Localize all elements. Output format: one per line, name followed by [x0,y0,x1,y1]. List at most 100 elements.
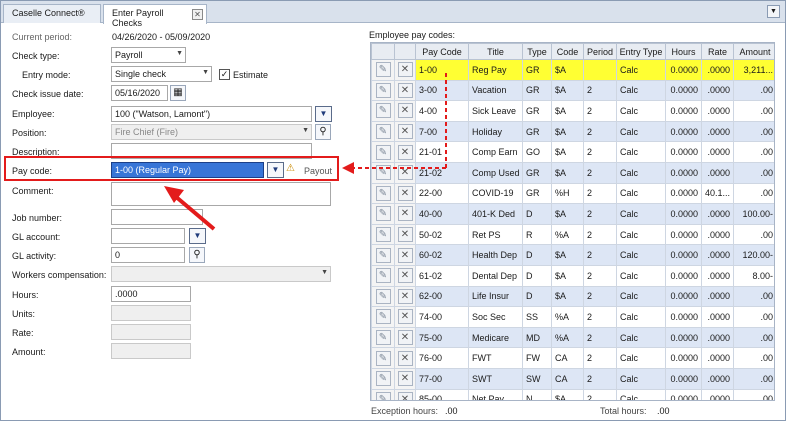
pencil-icon[interactable]: ✎ [375,185,391,201]
table-row[interactable]: ✎ ✕ 7-00 Holiday GR $A 2 Calc 0.0000.0000.00 [371,120,774,143]
tab-caselle-connect[interactable]: Caselle Connect® [3,4,101,23]
chevron-down-icon[interactable]: ▼ [767,5,780,18]
table-row[interactable]: ✎ ✕ 85-00 Net Pay N $A 2 Calc 0.0000.0000.00 [371,388,774,400]
table-row[interactable]: ✎ ✕ 1-00 Reg Pay GR $A Calc 0.0000.0000 3,211... [371,59,774,81]
delete-x-icon[interactable]: ✕ [397,62,413,78]
pencil-icon[interactable]: ✎ [375,288,391,304]
cell-title: Ret PS [468,223,523,246]
cell-entry-type: Calc [616,161,666,184]
pencil-icon[interactable]: ✎ [375,330,391,346]
hours-input[interactable]: .0000 [111,286,191,302]
table-row[interactable]: ✎ ✕ 76-00 FWT FW CA 2 Calc 0.0000.0000.00 [371,347,774,369]
pencil-icon[interactable]: ✎ [375,62,391,78]
position-select: Fire Chief (Fire) ▼ [111,124,312,140]
check-issue-date-input[interactable]: 05/16/2020 [111,85,168,101]
pencil-icon[interactable]: ✎ [375,144,391,160]
estimate-checkbox[interactable]: ✓ [219,69,230,80]
cell-rate: .0000 [701,347,734,369]
table-row[interactable]: ✎ ✕ 74-00 Soc Sec SS %A 2 Calc 0.0000.0000.00 [371,306,774,328]
table-row[interactable]: ✎ ✕ 22-00 COVID-19 GR %H 2 Calc 0.0000 40.1... .00 [371,182,774,205]
pay-code-input[interactable]: 1-00 (Regular Pay) [111,162,264,178]
pencil-icon[interactable]: ✎ [375,124,391,140]
comment-input[interactable] [111,182,331,206]
job-number-input[interactable] [111,209,203,225]
pay-code-label: Pay code: [12,166,53,176]
gl-account-dropdown-button[interactable]: ▼ [189,228,206,244]
column-header-hours[interactable]: Hours [665,43,702,60]
pencil-icon[interactable]: ✎ [375,82,391,98]
delete-x-icon[interactable]: ✕ [397,391,413,400]
table-row[interactable]: ✎ ✕ 21-02 Comp Used GR $A 2 Calc 0.0000.0000.00 [371,161,774,184]
cell-hours: 0.0000 [665,326,702,349]
tab-enter-payroll-checks[interactable]: Enter Payroll Checks ✕ [103,4,207,28]
cell-period: 2 [583,141,617,163]
table-row[interactable]: ✎ ✕ 3-00 Vacation GR $A 2 Calc 0.0000.0000.00 [371,79,774,102]
column-header-entry-type[interactable]: Entry Type [616,43,666,60]
gl-activity-input[interactable]: 0 [111,247,185,263]
delete-x-icon[interactable]: ✕ [397,309,413,325]
pencil-icon[interactable]: ✎ [375,371,391,387]
cell-hours: 0.0000 [665,100,702,122]
table-row[interactable]: ✎ ✕ 77-00 SWT SW CA 2 Calc 0.0000.0000.00 [371,367,774,390]
delete-x-icon[interactable]: ✕ [397,165,413,181]
column-header-period[interactable]: Period [583,43,617,60]
column-header-amount[interactable]: Amount [733,43,774,60]
table-row[interactable]: ✎ ✕ 62-00 Life Insur D $A 2 Calc 0.0000.0000.00 [371,285,774,308]
delete-x-icon[interactable]: ✕ [397,350,413,366]
delete-x-icon[interactable]: ✕ [397,144,413,160]
delete-x-icon[interactable]: ✕ [397,247,413,263]
gl-account-input[interactable] [111,228,185,244]
binoculars-icon[interactable]: ⚲ [189,247,205,263]
delete-x-icon[interactable]: ✕ [397,185,413,201]
rate-input [111,324,191,340]
cell-title: FWT [468,347,523,369]
pencil-icon[interactable]: ✎ [375,350,391,366]
column-header-pay-code[interactable]: Pay Code [415,43,469,60]
column-header-type[interactable]: Type [522,43,552,60]
warning-icon: ⚠ [286,163,295,174]
cell-hours: 0.0000 [665,347,702,369]
binoculars-icon[interactable]: ⚲ [315,124,331,140]
cell-pay-code: 61-02 [415,264,469,287]
cell-period: 2 [583,264,617,287]
pencil-icon[interactable]: ✎ [375,103,391,119]
delete-x-icon[interactable]: ✕ [397,288,413,304]
payout-label[interactable]: Payout [304,166,332,176]
column-header-title[interactable]: Title [468,43,523,60]
column-header-code[interactable]: Code [551,43,584,60]
cell-amount: 8.00- [733,264,774,287]
table-row[interactable]: ✎ ✕ 50-02 Ret PS R %A 2 Calc 0.0000.0000.00 [371,223,774,246]
delete-x-icon[interactable]: ✕ [397,371,413,387]
pencil-icon[interactable]: ✎ [375,206,391,222]
pencil-icon[interactable]: ✎ [375,268,391,284]
table-row[interactable]: ✎ ✕ 75-00 Medicare MD %A 2 Calc 0.0000.0000.00 [371,326,774,349]
column-header-rate[interactable]: Rate [701,43,734,60]
cell-type: GR [522,182,552,205]
delete-x-icon[interactable]: ✕ [397,82,413,98]
delete-x-icon[interactable]: ✕ [397,330,413,346]
pencil-icon[interactable]: ✎ [375,165,391,181]
pencil-icon[interactable]: ✎ [375,247,391,263]
pay-code-dropdown-button[interactable]: ▼ [267,162,284,178]
delete-x-icon[interactable]: ✕ [397,268,413,284]
calendar-icon[interactable]: ▦ [170,85,186,101]
pencil-icon[interactable]: ✎ [375,309,391,325]
cell-hours: 0.0000 [665,306,702,328]
table-row[interactable]: ✎ ✕ 4-00 Sick Leave GR $A 2 Calc 0.0000.0000.00 [371,100,774,122]
delete-x-icon[interactable]: ✕ [397,227,413,243]
cell-hours: 0.0000 [665,161,702,184]
pencil-icon[interactable]: ✎ [375,227,391,243]
table-row[interactable]: ✎ ✕ 60-02 Health Dep D $A 2 Calc 0.0000.0000 120.… [371,244,774,266]
delete-x-icon[interactable]: ✕ [397,124,413,140]
pencil-icon[interactable]: ✎ [375,391,391,400]
close-icon[interactable]: ✕ [192,9,203,20]
check-type-select[interactable]: Payroll ▼ [111,47,186,63]
employee-input[interactable]: 100 ("Watson, Lamont") [111,106,312,122]
entry-mode-select[interactable]: Single check ▼ [111,66,212,82]
table-row[interactable]: ✎ ✕ 40-00 401-K Ded D $A 2 Calc 0.0000.0000 100.0… [371,203,774,225]
delete-x-icon[interactable]: ✕ [397,206,413,222]
table-row[interactable]: ✎ ✕ 61-02 Dental Dep D $A 2 Calc 0.0000.0000 8.00… [371,264,774,287]
employee-dropdown-button[interactable]: ▼ [315,106,332,122]
table-row[interactable]: ✎ ✕ 21-01 Comp Earn GO $A 2 Calc 0.0000.0000.00 [371,141,774,163]
delete-x-icon[interactable]: ✕ [397,103,413,119]
